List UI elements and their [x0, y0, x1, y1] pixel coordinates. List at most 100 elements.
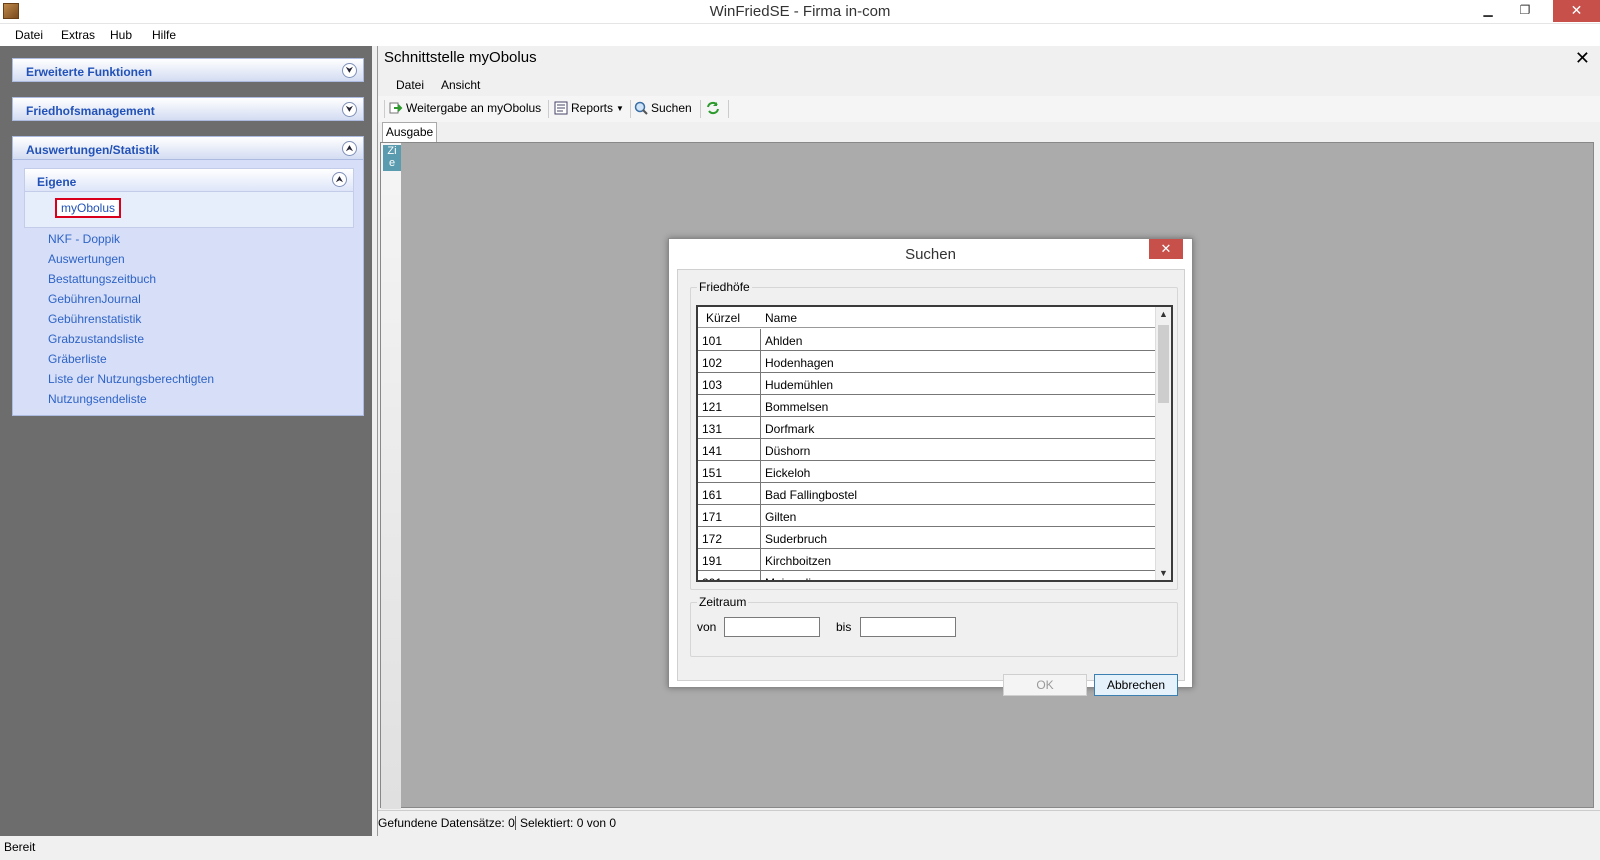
- panel-title: Schnittstelle myObolus: [384, 49, 537, 66]
- cell-kuerzel: 172: [698, 527, 761, 549]
- nav-item-grabzustandsliste[interactable]: Grabzustandsliste: [48, 332, 144, 346]
- cell-name: Hodenhagen: [765, 356, 834, 370]
- column-header[interactable]: Zi e: [383, 145, 401, 171]
- panel-menu-datei[interactable]: Datei: [396, 78, 424, 92]
- cell-kuerzel: 151: [698, 461, 761, 483]
- table-row[interactable]: 161 Bad Fallingbostel: [698, 483, 1155, 505]
- column-header-name[interactable]: Name: [765, 311, 797, 325]
- toolbar-separator: [728, 100, 729, 118]
- cell-name: Dorfmark: [765, 422, 815, 436]
- to-label: bis: [836, 620, 852, 634]
- ok-button[interactable]: OK: [1003, 674, 1087, 696]
- nav-item-nkf-doppik[interactable]: NKF - Doppik: [48, 232, 120, 246]
- chevron-up-icon[interactable]: ⮝: [342, 141, 357, 156]
- cell-name: Bad Fallingbostel: [765, 488, 858, 502]
- panel-toolbar: Weitergabe an myObolus Reports ▼ Suchen: [378, 96, 1600, 122]
- cell-name: Meinerdingen: [765, 576, 838, 580]
- reports-dropdown[interactable]: Reports ▼: [554, 101, 624, 115]
- search-dialog: Suchen ✕ Friedhöfe Kürzel Name 101 Ahlden…: [668, 238, 1193, 696]
- fieldset-legend: Zeitraum: [697, 595, 749, 609]
- toolbar-separator: [700, 100, 701, 118]
- table-row[interactable]: 102 Hodenhagen: [698, 351, 1155, 373]
- search-label: Suchen: [651, 101, 692, 115]
- nav-item-nutzungsberechtigte[interactable]: Liste der Nutzungsberechtigten: [48, 372, 214, 386]
- table-row[interactable]: 101 Ahlden: [698, 329, 1155, 351]
- table-row[interactable]: 172 Suderbruch: [698, 527, 1155, 549]
- subgroup-label: Eigene: [37, 175, 77, 189]
- vertical-scrollbar[interactable]: ▲ ▼: [1155, 307, 1171, 580]
- dialog-close-button[interactable]: ✕: [1149, 239, 1183, 259]
- panel-menu-ansicht[interactable]: Ansicht: [441, 78, 480, 92]
- cancel-button[interactable]: Abbrechen: [1094, 674, 1178, 696]
- table-row[interactable]: 171 Gilten: [698, 505, 1155, 527]
- tab-ausgabe[interactable]: Ausgabe: [382, 122, 437, 143]
- to-date-input[interactable]: [860, 617, 956, 637]
- cell-kuerzel: 101: [698, 329, 761, 351]
- minimize-button[interactable]: ▁: [1473, 0, 1503, 22]
- refresh-button[interactable]: [706, 101, 720, 115]
- title-bar: WinFriedSE - Firma in-com ▁ ❐ ✕: [0, 0, 1600, 24]
- table-row[interactable]: 141 Düshorn: [698, 439, 1155, 461]
- scroll-up-icon[interactable]: ▲: [1159, 309, 1168, 319]
- forward-arrow-icon: [389, 102, 403, 114]
- cell-name: Hudemühlen: [765, 378, 834, 392]
- table-row[interactable]: 131 Dorfmark: [698, 417, 1155, 439]
- forward-label: Weitergabe an myObolus: [406, 101, 542, 115]
- nav-item-auswertungen[interactable]: Auswertungen: [48, 252, 125, 266]
- cell-name: Bommelsen: [765, 400, 829, 414]
- table-row[interactable]: 201 Meinerdingen: [698, 571, 1155, 580]
- group-friedhofsmanagement[interactable]: Friedhofsmanagement ⮟: [12, 97, 364, 121]
- subgroup-eigene[interactable]: Eigene ⮝: [24, 168, 354, 192]
- chevron-up-icon[interactable]: ⮝: [332, 172, 347, 187]
- menu-hilfe[interactable]: Hilfe: [152, 28, 176, 42]
- close-icon[interactable]: ✕: [1575, 48, 1590, 69]
- scroll-down-icon[interactable]: ▼: [1159, 568, 1168, 578]
- dialog-title: Suchen: [905, 246, 956, 263]
- column-header-kuerzel[interactable]: Kürzel: [706, 311, 740, 325]
- fieldset-zeitraum: Zeitraum von bis: [690, 595, 1178, 657]
- chevron-down-icon[interactable]: ⮟: [342, 102, 357, 117]
- table-row[interactable]: 121 Bommelsen: [698, 395, 1155, 417]
- chevron-down-icon[interactable]: ⮟: [342, 63, 357, 78]
- subgroup-body-eigene: myObolus: [24, 192, 354, 228]
- cell-kuerzel: 161: [698, 483, 761, 505]
- nav-item-nutzungsendeliste[interactable]: Nutzungsendeliste: [48, 392, 147, 406]
- cell-kuerzel: 121: [698, 395, 761, 417]
- cell-kuerzel: 201: [698, 571, 761, 580]
- table-row[interactable]: 151 Eickeloh: [698, 461, 1155, 483]
- fieldset-friedhoefe: Friedhöfe Kürzel Name 101 Ahlden 102 Hodenh…: [690, 280, 1178, 590]
- scrollbar-thumb[interactable]: [1158, 325, 1169, 403]
- search-button[interactable]: Suchen: [634, 101, 692, 115]
- dropdown-arrow-icon: ▼: [616, 103, 624, 113]
- forward-button[interactable]: Weitergabe an myObolus: [389, 101, 541, 115]
- nav-item-gebuehrenstatistik[interactable]: Gebührenstatistik: [48, 312, 141, 326]
- cell-kuerzel: 131: [698, 417, 761, 439]
- from-date-input[interactable]: [724, 617, 820, 637]
- status-text: Bereit: [4, 840, 36, 854]
- menu-datei[interactable]: Datei: [15, 28, 43, 42]
- report-icon: [554, 101, 568, 115]
- close-window-button[interactable]: ✕: [1553, 0, 1600, 22]
- table-row[interactable]: 191 Kirchboitzen: [698, 549, 1155, 571]
- app-status-bar: Bereit: [0, 836, 1600, 860]
- fieldset-legend: Friedhöfe: [697, 280, 752, 294]
- table-row[interactable]: 103 Hudemühlen: [698, 373, 1155, 395]
- toolbar-separator: [630, 100, 631, 118]
- nav-item-bestattungszeitbuch[interactable]: Bestattungszeitbuch: [48, 272, 156, 286]
- cemetery-table[interactable]: Kürzel Name 101 Ahlden 102 Hodenhagen 103 Hud…: [696, 305, 1173, 582]
- nav-item-graeberliste[interactable]: Gräberliste: [48, 352, 107, 366]
- group-auswertungen-statistik[interactable]: Auswertungen/Statistik ⮝: [12, 136, 364, 160]
- nav-item-gebuehrenjournal[interactable]: GebührenJournal: [48, 292, 141, 306]
- row-header-column: [381, 143, 401, 809]
- toolbar-separator: [384, 100, 385, 118]
- panel-menu-bar: Datei Ansicht: [378, 74, 1600, 96]
- menu-extras[interactable]: Extras: [61, 28, 95, 42]
- cell-kuerzel: 191: [698, 549, 761, 571]
- nav-item-myobolus[interactable]: myObolus: [55, 198, 122, 218]
- group-erweiterte-funktionen[interactable]: Erweiterte Funktionen ⮟: [12, 58, 364, 82]
- menu-hub[interactable]: Hub: [110, 28, 132, 42]
- cell-kuerzel: 103: [698, 373, 761, 395]
- restore-button[interactable]: ❐: [1510, 0, 1540, 22]
- group-body-auswertungen: Eigene ⮝ myObolus NKF - Doppik Auswertun…: [12, 160, 364, 416]
- cell-name: Kirchboitzen: [765, 554, 832, 568]
